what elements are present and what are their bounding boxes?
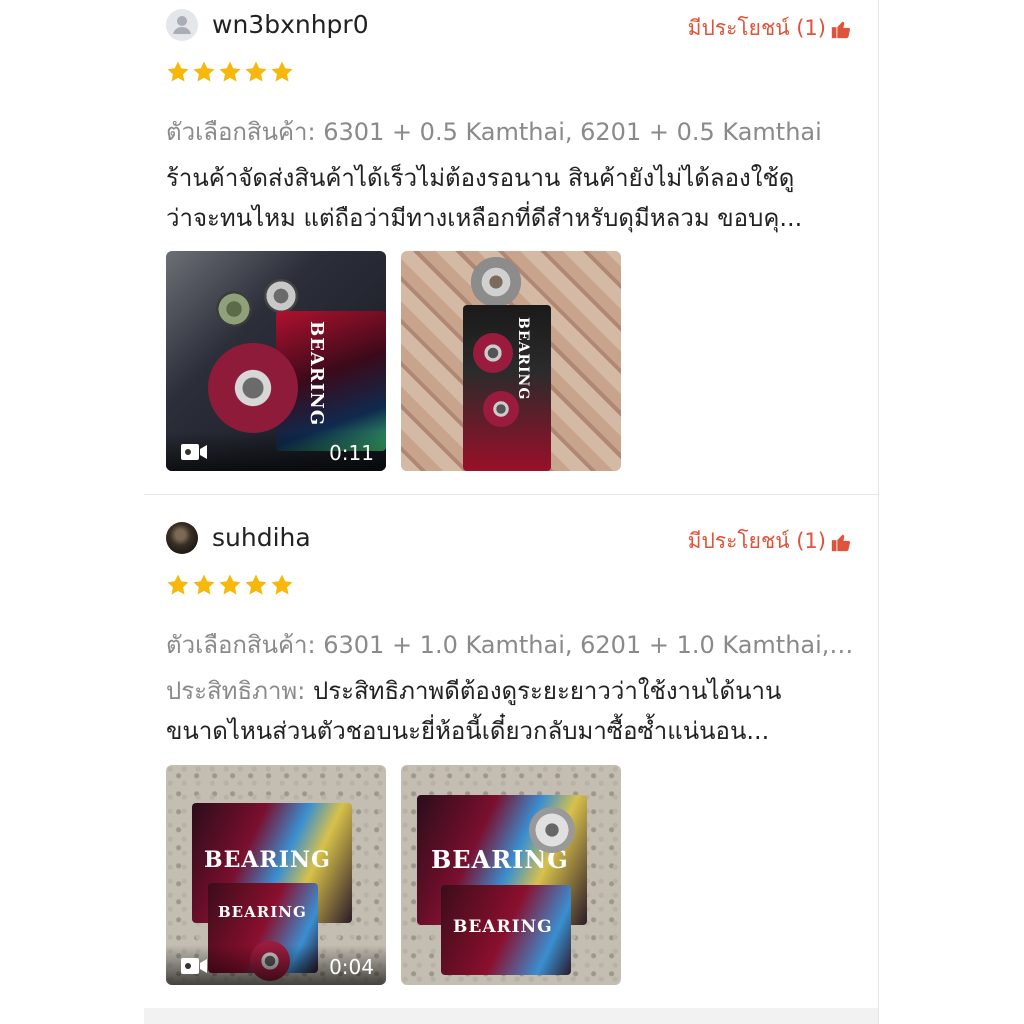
- product-box: BEARING: [463, 305, 551, 471]
- review-video-thumbnail[interactable]: BEARING BEARING 0:04: [166, 765, 386, 985]
- review-text: ประสิทธิภาพ: ประสิทธิภาพดีต้องดูระยะยาวว…: [166, 671, 846, 751]
- bearing-photo: [471, 257, 521, 307]
- video-camera-icon: [181, 958, 207, 974]
- variant-value: 6301 + 0.5 Kamthai, 6201 + 0.5 Kamthai: [323, 118, 822, 146]
- star-icon: [271, 61, 293, 82]
- review-text-line: ร้านค้าจัดส่งสินค้าได้เร็วไม่ต้องรอนาน ส…: [166, 164, 795, 192]
- helpful-label: มีประโยชน์ (1): [687, 16, 826, 40]
- star-icon: [219, 574, 241, 595]
- review-text-line: ขนาดไหนส่วนตัวชอบนะยี่ห้อนี้เดี๋ยวกลับมา…: [166, 717, 770, 745]
- variant-info: ตัวเลือกสินค้า: 6301 + 1.0 Kamthai, 6201…: [166, 625, 856, 664]
- user-avatar[interactable]: [166, 522, 198, 554]
- review-item: wn3bxnhpr0 มีประโยชน์ (1) ตัวเลือกสินค้า…: [144, 0, 878, 494]
- star-icon: [245, 61, 267, 82]
- helpful-button[interactable]: มีประโยชน์ (1): [688, 12, 852, 45]
- review-image-thumbnail[interactable]: BEARING BEARING: [401, 765, 621, 985]
- review-video-thumbnail[interactable]: BEARING 0:11: [166, 251, 386, 471]
- box-label: BEARING: [218, 903, 307, 921]
- star-icon: [219, 61, 241, 82]
- variant-label: ตัวเลือกสินค้า:: [166, 118, 316, 146]
- star-icon: [167, 574, 189, 595]
- bearing-photo: [529, 807, 575, 853]
- reviews-column: wn3bxnhpr0 มีประโยชน์ (1) ตัวเลือกสินค้า…: [144, 0, 879, 1024]
- bearing-photo: [264, 279, 298, 313]
- box-label: BEARING: [515, 317, 531, 401]
- list-end-spacer: [144, 1008, 878, 1024]
- review-text-prefix: ประสิทธิภาพ:: [166, 677, 306, 705]
- star-rating: [166, 60, 294, 84]
- star-icon: [193, 61, 215, 82]
- video-camera-icon: [181, 444, 207, 460]
- star-icon: [271, 574, 293, 595]
- box-label: BEARING: [204, 847, 331, 873]
- bearing-photo: [473, 333, 513, 373]
- video-duration: 0:11: [329, 441, 374, 465]
- user-avatar[interactable]: [166, 9, 198, 41]
- box-label: BEARING: [453, 917, 553, 937]
- bearing-photo: [483, 391, 519, 427]
- star-rating: [166, 573, 294, 597]
- star-icon: [167, 61, 189, 82]
- review-text: ร้านค้าจัดส่งสินค้าได้เร็วไม่ต้องรอนาน ส…: [166, 158, 846, 238]
- video-duration: 0:04: [329, 955, 374, 979]
- variant-label: ตัวเลือกสินค้า:: [166, 631, 316, 659]
- review-image-thumbnail[interactable]: BEARING: [401, 251, 621, 471]
- variant-info: ตัวเลือกสินค้า: 6301 + 0.5 Kamthai, 6201…: [166, 112, 856, 151]
- variant-value: 6301 + 1.0 Kamthai, 6201 + 1.0 Kamthai, …: [323, 631, 856, 659]
- review-divider: [144, 494, 878, 495]
- star-icon: [245, 574, 267, 595]
- thumbs-up-icon: [831, 21, 851, 38]
- username[interactable]: suhdiha: [212, 523, 311, 552]
- helpful-button[interactable]: มีประโยชน์ (1): [688, 525, 852, 558]
- person-icon: [173, 16, 191, 34]
- review-text-content: ประสิทธิภาพดีต้องดูระยะยาวว่าใช้งานได้นา…: [312, 677, 782, 705]
- product-box: BEARING: [441, 885, 571, 975]
- bearing-photo: [216, 291, 252, 327]
- review-text-line: ว่าจะทนไหม แต่ถือว่ามีทางเหลือกที่ดีสำหร…: [166, 204, 803, 232]
- review-text-line: ประสิทธิภาพ: ประสิทธิภาพดีต้องดูระยะยาวว…: [166, 671, 846, 711]
- helpful-label: มีประโยชน์ (1): [687, 529, 826, 553]
- username[interactable]: wn3bxnhpr0: [212, 10, 369, 39]
- box-label: BEARING: [306, 321, 327, 427]
- bearing-photo: [208, 343, 298, 433]
- star-icon: [193, 574, 215, 595]
- thumbs-up-icon: [831, 534, 851, 551]
- review-item: suhdiha มีประโยชน์ (1) ตัวเลือกสินค้า: 6…: [144, 513, 878, 1008]
